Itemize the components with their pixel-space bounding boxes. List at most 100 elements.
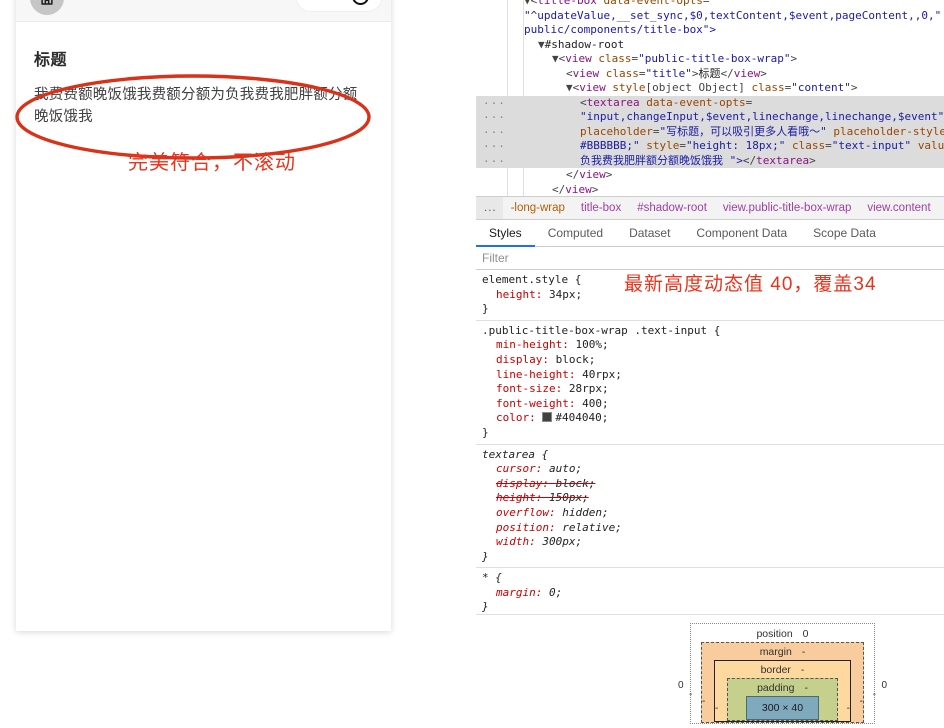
css-property-value[interactable]: 150px; <box>549 491 589 504</box>
margin-label: margin <box>760 646 792 658</box>
css-property-name[interactable]: width: <box>496 535 542 548</box>
css-declaration[interactable]: height: 150px; <box>482 491 944 506</box>
css-property-value[interactable]: block; <box>556 477 596 490</box>
node-overflow-badge: ··· <box>483 97 506 112</box>
css-property-value[interactable]: 40rpx; <box>582 368 622 381</box>
css-property-name[interactable]: height: <box>496 288 549 301</box>
css-declaration[interactable]: position: relative; <box>482 521 944 536</box>
dom-token-shadow: #shadow-root <box>545 38 624 51</box>
css-declaration[interactable]: font-weight: 400; <box>482 397 944 412</box>
css-rule[interactable]: element.style {height: 34px;}最新高度动态值 40，… <box>476 270 944 321</box>
css-property-name[interactable]: overflow: <box>496 506 562 519</box>
css-property-name[interactable]: min-height: <box>496 338 575 351</box>
target-circle-icon[interactable] <box>352 0 369 5</box>
home-button[interactable] <box>30 0 64 15</box>
styles-rules-list[interactable]: element.style {height: 34px;}最新高度动态值 40，… <box>476 270 944 619</box>
css-property-name[interactable]: margin: <box>496 586 549 599</box>
dom-token-attr: class <box>606 67 639 80</box>
css-property-name[interactable]: position: <box>496 521 562 534</box>
breadcrumb-item[interactable]: #shadow-root <box>629 202 715 214</box>
css-declaration[interactable]: width: 300px; <box>482 535 944 550</box>
css-declaration[interactable]: min-height: 100%; <box>482 338 944 353</box>
box-model-diagram[interactable]: 0 0 position 0 - - margin - <box>690 623 875 724</box>
dom-tree-node[interactable]: ··· <textarea data-event-opts= <box>476 96 944 111</box>
tab-computed[interactable]: Computed <box>535 220 616 247</box>
css-property-value[interactable]: relative; <box>562 521 622 534</box>
css-property-value[interactable]: 28rpx; <box>569 382 609 395</box>
dom-tree-node[interactable]: </view> <box>476 183 944 197</box>
dom-tree-node[interactable]: ··· #BBBBBB;" style="height: 18px;" clas… <box>476 139 944 154</box>
tab-component-data[interactable]: Component Data <box>683 220 800 247</box>
dom-tree-rows[interactable]: ▼<title-box data-event-opts= "^updateVal… <box>476 0 944 196</box>
dom-tree-node[interactable]: ··· placeholder="写标题，可以吸引更多人看哦～" placeho… <box>476 125 944 140</box>
tab-styles[interactable]: Styles <box>476 220 535 247</box>
css-declaration[interactable]: line-height: 40rpx; <box>482 368 944 383</box>
css-property-name[interactable]: font-weight: <box>496 397 582 410</box>
breadcrumb-item[interactable]: view.public-title-box-wrap <box>715 202 859 214</box>
breadcrumb[interactable]: ... -long-wraptitle-box#shadow-rootview.… <box>476 196 944 220</box>
dom-tree-node[interactable]: <view class="title">标题</view> <box>476 67 944 82</box>
css-declaration[interactable]: font-size: 28rpx; <box>482 382 944 397</box>
css-selector[interactable]: textarea { <box>482 448 944 463</box>
color-swatch-icon[interactable] <box>542 412 552 422</box>
css-property-value[interactable]: 0; <box>549 586 562 599</box>
dom-token-attr: class <box>792 139 825 152</box>
dom-tree-node[interactable]: ··· "input,changeInput,$event,linechange… <box>476 110 944 125</box>
css-property-value[interactable]: 34px; <box>549 288 582 301</box>
css-property-name[interactable]: color: <box>496 411 542 424</box>
tab-scope-data[interactable]: Scope Data <box>800 220 889 247</box>
box-model-content[interactable]: 300 × 40 <box>746 696 819 720</box>
css-declaration[interactable]: overflow: hidden; <box>482 506 944 521</box>
css-declaration[interactable]: display: block; <box>482 353 944 368</box>
breadcrumb-item[interactable]: view.content <box>859 202 938 214</box>
css-property-value[interactable]: hidden; <box>562 506 608 519</box>
dom-tree-node[interactable]: public/components/title-box"> <box>476 23 944 38</box>
position-left-value: 0 <box>678 680 684 691</box>
dom-token-txt: 标题 <box>698 67 720 80</box>
dom-tree-node[interactable]: ··· 负我费我肥胖额分额晚饭饿我 "></textarea> <box>476 154 944 169</box>
dom-tree-node[interactable]: ▼<view class="public-title-box-wrap"> <box>476 52 944 67</box>
breadcrumb-overflow[interactable]: ... <box>476 197 503 219</box>
dom-token-tag: view <box>579 81 606 94</box>
css-declaration[interactable]: color: #404040; <box>482 411 944 426</box>
dom-token-attr: placeholder-style <box>833 125 944 138</box>
css-rule[interactable]: .public-title-box-wrap .text-input {min-… <box>476 321 944 445</box>
tab-dataset[interactable]: Dataset <box>616 220 683 247</box>
css-selector[interactable]: * { <box>482 571 944 586</box>
css-rule[interactable]: * {margin: 0;} <box>476 568 944 619</box>
dom-token-tag: view <box>579 168 606 181</box>
css-property-name[interactable]: display: <box>496 477 556 490</box>
css-property-name[interactable]: font-size: <box>496 382 569 395</box>
css-declaration[interactable]: margin: 0; <box>482 586 944 601</box>
miniprogram-capsule[interactable] <box>295 0 383 12</box>
css-declaration[interactable]: cursor: auto; <box>482 462 944 477</box>
dom-tree-node[interactable]: ▼#shadow-root <box>476 38 944 53</box>
styles-filter-input[interactable]: Filter <box>476 247 944 270</box>
css-property-value[interactable]: #404040; <box>555 411 608 424</box>
tree-indent <box>476 9 524 24</box>
dom-tree-node[interactable]: ▼<title-box data-event-opts= <box>476 0 944 9</box>
css-property-name[interactable]: height: <box>496 491 549 504</box>
css-property-name[interactable]: cursor: <box>496 462 549 475</box>
devtools-tabbar[interactable]: StylesComputedDatasetComponent DataScope… <box>476 220 944 247</box>
css-property-value[interactable]: 400; <box>582 397 609 410</box>
css-property-value[interactable]: 100%; <box>575 338 608 351</box>
css-selector[interactable]: .public-title-box-wrap .text-input { <box>482 324 944 339</box>
css-property-name[interactable]: line-height: <box>496 368 582 381</box>
breadcrumb-items[interactable]: -long-wraptitle-box#shadow-rootview.publ… <box>503 202 939 214</box>
css-property-name[interactable]: display: <box>496 353 556 366</box>
css-property-value[interactable]: block; <box>556 353 596 366</box>
node-overflow-badge: ··· <box>483 155 506 170</box>
dom-token-val: "title" <box>646 67 692 80</box>
css-declaration[interactable]: display: block; <box>482 477 944 492</box>
dom-tree-node[interactable]: "^updateValue,__set_sync,$0,textContent,… <box>476 9 944 24</box>
css-property-value[interactable]: auto; <box>549 462 582 475</box>
css-property-value[interactable]: 300px; <box>542 535 582 548</box>
breadcrumb-item[interactable]: title-box <box>573 202 629 214</box>
breadcrumb-item[interactable]: -long-wrap <box>503 202 573 214</box>
dom-tree-node[interactable]: </view> <box>476 168 944 183</box>
dom-token-punct: > <box>790 52 797 65</box>
dom-tree-node[interactable]: ▼<view style[object Object] class="conte… <box>476 81 944 96</box>
css-rule[interactable]: textarea {cursor: auto;display: block;he… <box>476 445 944 569</box>
dom-token-attr: style <box>612 81 645 94</box>
